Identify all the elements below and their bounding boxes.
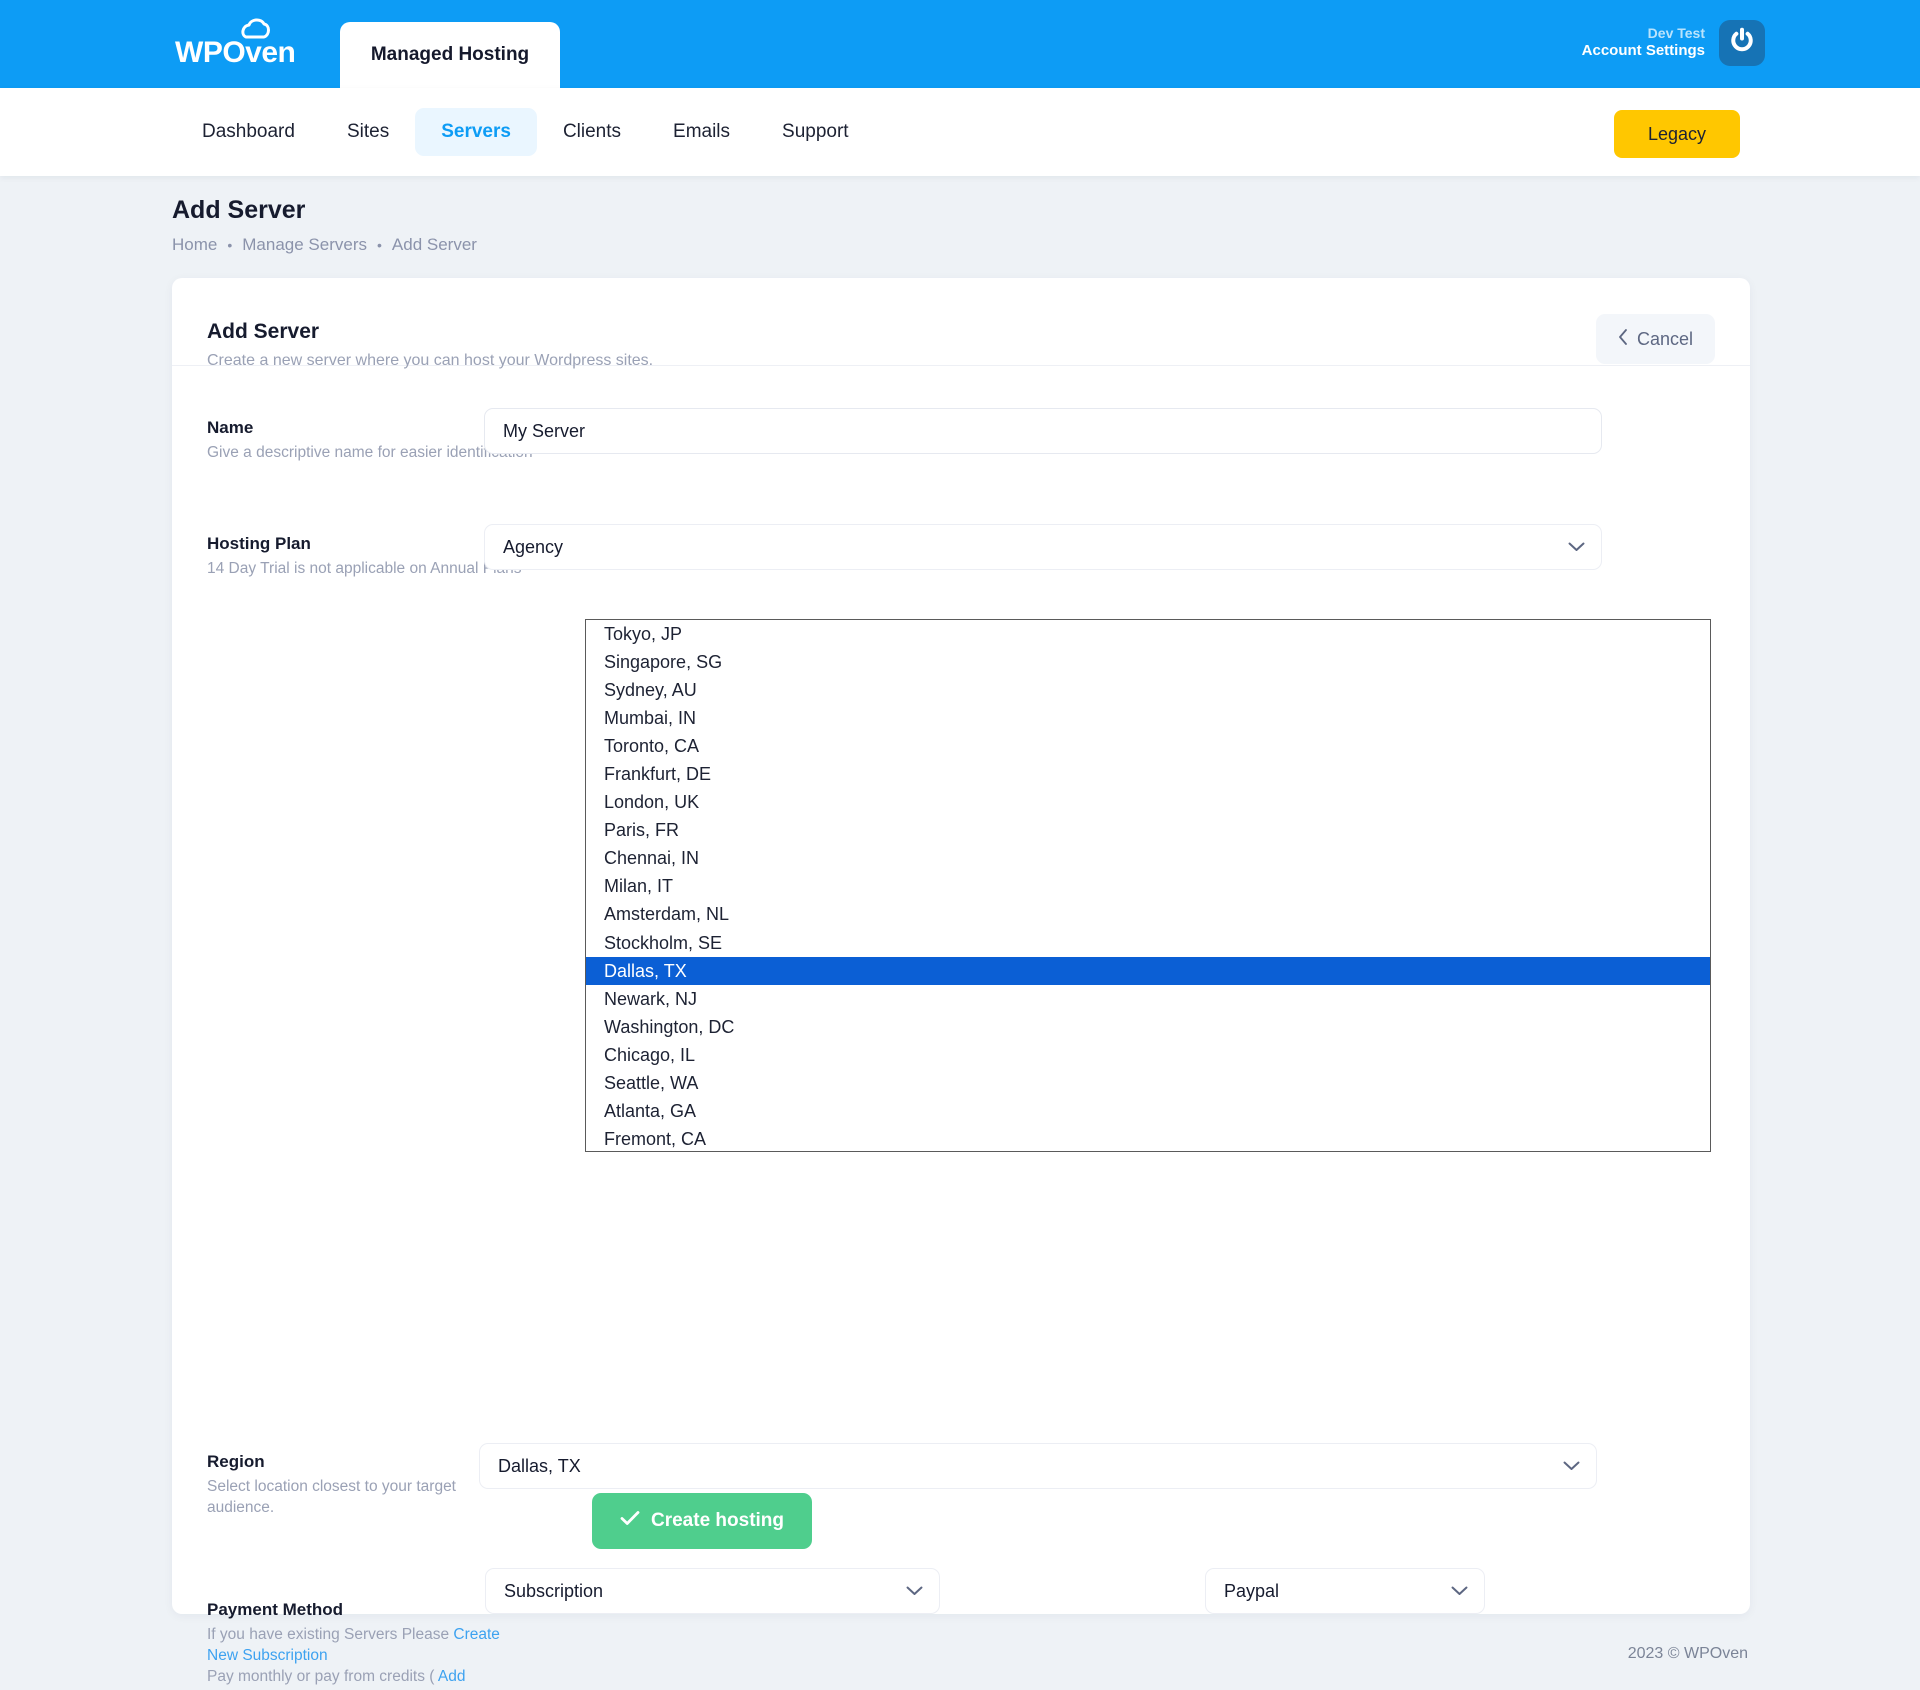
server-name-input[interactable]	[484, 408, 1602, 454]
payment-method-help: If you have existing Servers Please Crea…	[207, 1625, 507, 1690]
region-help: Select location closest to your target a…	[207, 1478, 456, 1516]
chevron-down-icon	[1451, 1586, 1468, 1596]
nav-items: Dashboard Sites Servers Clients Emails S…	[176, 88, 875, 176]
hosting-plan-select[interactable]: Agency	[484, 524, 1602, 570]
card-title: Add Server	[207, 320, 320, 343]
breadcrumb-separator: •	[377, 237, 382, 253]
region-value: Dallas, TX	[498, 1455, 581, 1476]
legacy-button[interactable]: Legacy	[1614, 110, 1740, 158]
nav-item-sites[interactable]: Sites	[321, 108, 415, 156]
region-select[interactable]: Dallas, TX	[479, 1443, 1597, 1489]
region-option[interactable]: Atlanta, GA	[586, 1098, 1710, 1126]
region-option[interactable]: Seattle, WA	[586, 1070, 1710, 1098]
region-option[interactable]: Dallas, TX	[586, 957, 1710, 986]
hosting-plan-value: Agency	[503, 536, 564, 557]
chevron-down-icon	[1563, 1461, 1580, 1471]
payment-method-value: Subscription	[504, 1580, 604, 1601]
payment-method-label: Payment Method	[207, 1600, 344, 1619]
nav-item-dashboard[interactable]: Dashboard	[176, 108, 321, 156]
nav-item-emails[interactable]: Emails	[647, 108, 756, 156]
payment-method-select[interactable]: Subscription	[485, 1568, 940, 1614]
region-option[interactable]: Paris, FR	[586, 817, 1710, 845]
check-icon	[620, 1510, 640, 1532]
page-title: Add Server	[172, 196, 306, 224]
create-hosting-button[interactable]: Create hosting	[592, 1493, 813, 1549]
region-options-listbox[interactable]: Tokyo, JP Singapore, SG Sydney, AU Mumbai, …	[585, 619, 1711, 1152]
region-option[interactable]: Mumbai, IN	[586, 704, 1710, 732]
breadcrumb-manage-servers[interactable]: Manage Servers	[242, 235, 367, 255]
main-nav: Dashboard Sites Servers Clients Emails S…	[0, 88, 1920, 176]
app-root: WPOven Managed Hosting Dev Test Account …	[0, 0, 1920, 1690]
region-option[interactable]: Milan, IT	[586, 873, 1710, 901]
payment-gateway-value: Paypal	[1224, 1580, 1280, 1601]
power-icon	[1727, 26, 1757, 61]
account-settings-label: Account Settings	[1581, 42, 1705, 60]
payment-help-line2-pre: Pay monthly or pay from credits (	[207, 1667, 438, 1685]
breadcrumb-add-server: Add Server	[391, 235, 477, 254]
breadcrumb: Home • Manage Servers • Add Server	[172, 235, 477, 255]
avatar[interactable]	[1719, 20, 1765, 66]
hosting-plan-label: Hosting Plan	[207, 534, 311, 553]
cancel-button[interactable]: Cancel	[1595, 314, 1715, 364]
breadcrumb-separator: •	[227, 237, 233, 253]
region-option[interactable]: Fremont, CA	[586, 1126, 1710, 1151]
region-option[interactable]: Sydney, AU	[586, 676, 1710, 704]
account-menu[interactable]: Dev Test Account Settings	[1582, 20, 1765, 66]
breadcrumb-home[interactable]: Home	[172, 235, 217, 255]
region-option[interactable]: Toronto, CA	[586, 732, 1710, 760]
chevron-down-icon	[906, 1586, 923, 1596]
cancel-button-label: Cancel	[1636, 328, 1693, 349]
card-header: Add Server Create a new server where you…	[172, 278, 1750, 369]
region-option[interactable]: Frankfurt, DE	[586, 760, 1710, 788]
nav-item-servers[interactable]: Servers	[415, 108, 537, 156]
chevron-down-icon	[1568, 542, 1585, 552]
region-option[interactable]: London, UK	[586, 789, 1710, 817]
name-label: Name	[207, 418, 254, 437]
brand-logo[interactable]: WPOven	[175, 18, 330, 70]
create-hosting-label: Create hosting	[651, 1510, 785, 1531]
tab-managed-hosting[interactable]: Managed Hosting	[340, 22, 560, 88]
payment-gateway-select[interactable]: Paypal	[1205, 1568, 1485, 1614]
region-option[interactable]: Singapore, SG	[586, 648, 1710, 676]
chevron-left-icon	[1618, 328, 1628, 350]
region-option[interactable]: Chicago, IL	[586, 1041, 1710, 1069]
region-option[interactable]: Tokyo, JP	[586, 620, 1710, 648]
payment-help-line1-pre: If you have existing Servers Please	[207, 1626, 454, 1643]
account-name: Dev Test	[1647, 24, 1705, 41]
top-bar: WPOven Managed Hosting Dev Test Account …	[0, 0, 1920, 88]
region-option[interactable]: Washington, DC	[586, 1013, 1710, 1041]
region-option[interactable]: Newark, NJ	[586, 985, 1710, 1013]
region-option[interactable]: Amsterdam, NL	[586, 901, 1710, 929]
region-option[interactable]: Stockholm, SE	[586, 929, 1710, 957]
nav-item-support[interactable]: Support	[756, 108, 875, 156]
region-option[interactable]: Chennai, IN	[586, 845, 1710, 873]
account-text: Dev Test Account Settings	[1582, 25, 1705, 61]
tab-managed-hosting-label: Managed Hosting	[370, 44, 530, 65]
region-label: Region	[207, 1452, 265, 1471]
card-subtitle: Create a new server where you can host y…	[207, 352, 654, 369]
footer-copyright: 2023 © WPOven	[1627, 1645, 1748, 1662]
brand-wordmark: WPOven	[175, 36, 296, 69]
page-header: Add Server Home • Manage Servers • Add S…	[172, 196, 477, 255]
nav-item-clients[interactable]: Clients	[537, 108, 647, 156]
